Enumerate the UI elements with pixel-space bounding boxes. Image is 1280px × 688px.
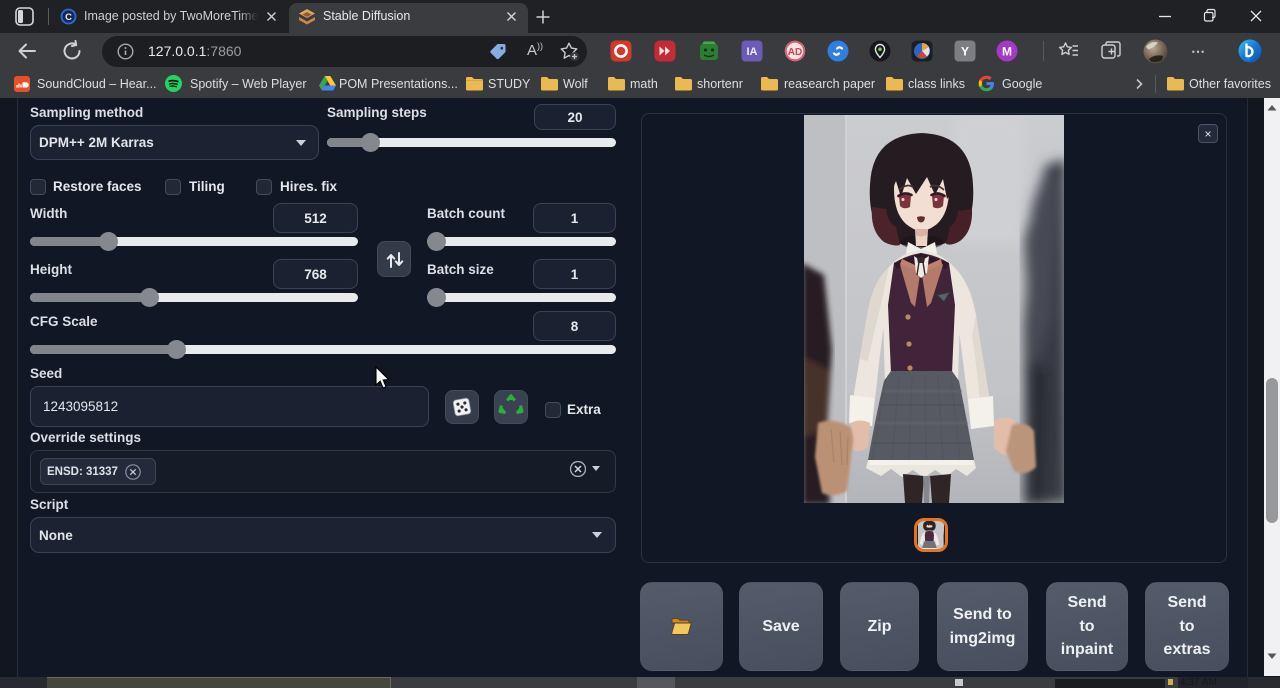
svg-text:M: M	[1002, 45, 1012, 59]
svg-text:Y: Y	[961, 45, 969, 59]
svg-text:IA: IA	[747, 46, 758, 58]
svg-text:AD: AD	[788, 47, 802, 58]
svg-text:C: C	[65, 12, 72, 23]
